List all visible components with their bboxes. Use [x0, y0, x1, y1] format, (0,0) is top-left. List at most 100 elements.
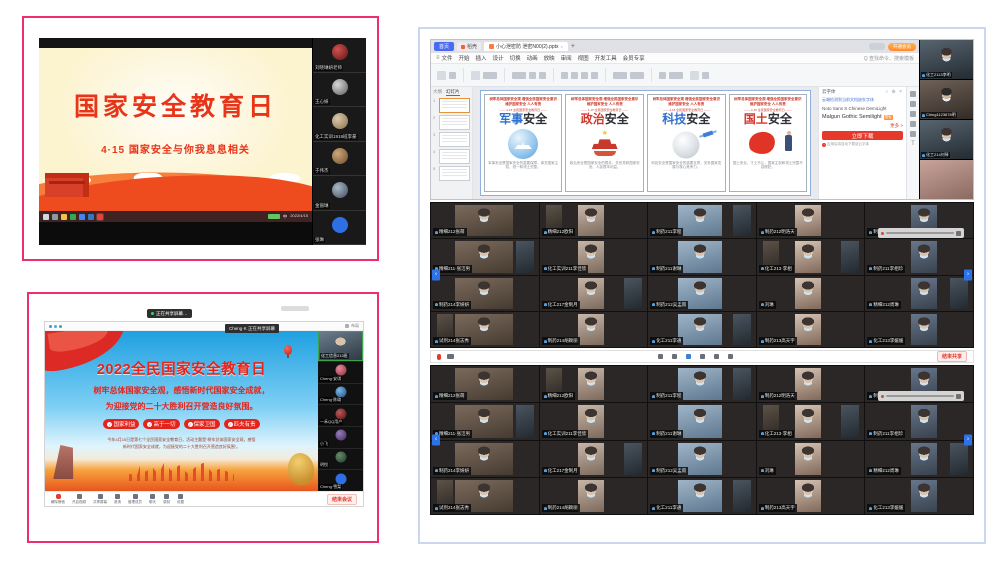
participant-tile[interactable]: Cheng·雪梨: [318, 469, 363, 491]
tab-outline[interactable]: 大纲: [433, 89, 442, 96]
menu-item[interactable]: 设计: [493, 54, 504, 62]
invite-icon[interactable]: [658, 354, 663, 359]
thumbnail-preview[interactable]: [439, 149, 470, 164]
participant-video-cell[interactable]: 制药211谢琳: [648, 239, 756, 274]
file-menu[interactable]: 文件: [436, 54, 453, 62]
slide-thumbnail[interactable]: 2: [433, 115, 470, 130]
ribbon-control[interactable]: [471, 71, 497, 80]
next-page-arrow[interactable]: [964, 435, 972, 446]
ribbon-control[interactable]: [613, 72, 644, 79]
vip-button[interactable]: 开通会员: [888, 43, 916, 51]
layout-toggle[interactable]: 布局: [345, 323, 359, 329]
participant-video-cell[interactable]: 化工211李通: [648, 478, 756, 514]
participant-video-cell[interactable]: 化工213李媛媛: [865, 312, 973, 347]
participant-video-cell[interactable]: 化工217金制月: [540, 441, 648, 477]
camera-icon[interactable]: [447, 354, 454, 359]
notification-toast[interactable]: [878, 228, 964, 238]
tab-document[interactable]: 小心泄密防 泄密N00(2).pptx ×: [484, 42, 568, 51]
tool-icon[interactable]: [910, 101, 916, 107]
toolbar-button[interactable]: 管理成员: [128, 494, 142, 505]
participant-video-tile[interactable]: 化工214刘琴: [920, 120, 973, 160]
participant-video-cell[interactable]: 制药214李妍妍: [431, 441, 539, 477]
participant-tile[interactable]: 于伟杰: [313, 142, 366, 177]
participant-video-cell[interactable]: 化工实训211李佳欣: [540, 239, 648, 274]
participant-video-cell[interactable]: 制药212吴孟雨: [648, 441, 756, 477]
participant-video-cell[interactable]: 制药211李相珍: [865, 403, 973, 439]
participant-video-cell[interactable]: 精细211·张洁男: [431, 239, 539, 274]
participants-icon[interactable]: [672, 354, 677, 359]
participant-video-cell[interactable]: 制药212明浩天: [757, 366, 865, 402]
wechat-icon[interactable]: [70, 214, 76, 220]
window-button-icon[interactable]: [54, 325, 57, 328]
menu-item[interactable]: 开发工具: [595, 54, 617, 62]
toolbar-button[interactable]: 邀请: [114, 494, 121, 505]
menu-item[interactable]: 视图: [578, 54, 589, 62]
participant-video-cell[interactable]: 试剂214张志秀: [431, 478, 539, 514]
tab-docer[interactable]: 稻壳: [457, 42, 481, 51]
participant-video-cell[interactable]: 制药214李妍妍: [431, 276, 539, 311]
start-icon[interactable]: [43, 214, 49, 220]
slide-thumbnail[interactable]: 4: [433, 149, 470, 164]
participant-video-cell[interactable]: 精细212欧阳: [540, 203, 648, 238]
menu-item[interactable]: 放映: [544, 54, 555, 62]
participant-video-cell[interactable]: 精细212张萌: [431, 366, 539, 402]
more-link[interactable]: 更多 >: [890, 123, 903, 129]
participant-video-cell[interactable]: 刘琳: [757, 441, 865, 477]
next-page-arrow[interactable]: [964, 270, 972, 281]
notification-toast[interactable]: [878, 391, 964, 401]
tab-slides[interactable]: 幻灯片: [446, 89, 460, 96]
presenter-video-tile[interactable]: 化工信息213班: [318, 331, 363, 361]
participant-video-cell[interactable]: 精细211·张洁男: [431, 403, 539, 439]
participant-video-cell[interactable]: 制药211李程: [648, 203, 756, 238]
explorer-icon[interactable]: [61, 214, 67, 220]
participant-video-cell[interactable]: 制药214胡颖丽: [540, 478, 648, 514]
microphone-icon[interactable]: [437, 354, 441, 360]
download-font-button[interactable]: 立即下载: [822, 131, 903, 140]
participant-tile[interactable]: 王心妍: [313, 73, 366, 108]
window-button-icon[interactable]: [59, 325, 62, 328]
browser-icon[interactable]: [79, 214, 85, 220]
participant-tile[interactable]: 化工实训1918班李豪: [313, 107, 366, 142]
participant-tile[interactable]: Cheng·安琪: [318, 361, 363, 383]
participant-video-cell[interactable]: 制药211谢琳: [648, 403, 756, 439]
tool-icon[interactable]: [910, 131, 916, 137]
ribbon-control[interactable]: [437, 71, 456, 80]
participant-video-cell[interactable]: 精细212周琳: [865, 441, 973, 477]
participant-tile[interactable]: 刘晓琳妍老师: [313, 38, 366, 73]
chat-icon[interactable]: [700, 354, 705, 359]
participant-tile[interactable]: 一禾QQ用户: [318, 404, 363, 426]
participant-video-cell[interactable]: 化工实训211李佳欣: [540, 403, 648, 439]
settings-icon[interactable]: [728, 354, 733, 359]
command-search[interactable]: Q 查找命令、搜索模板: [864, 55, 914, 62]
toolbar-button[interactable]: 录制: [163, 494, 170, 505]
tool-icon[interactable]: [910, 91, 916, 97]
end-meeting-button[interactable]: 结束会议: [327, 494, 357, 505]
participant-video-cell[interactable]: 试剂214张志秀: [431, 312, 539, 347]
participant-video-cell[interactable]: 制药213高天宇: [757, 312, 865, 347]
windows-taskbar[interactable]: 中 2022/4/15: [39, 211, 312, 222]
participant-video-cell[interactable]: 化工213李媛媛: [865, 478, 973, 514]
participant-video-cell[interactable]: 化工213·李相: [757, 403, 865, 439]
close-tab-icon[interactable]: ×: [561, 44, 563, 49]
end-share-button[interactable]: 结束共享: [937, 351, 967, 362]
participant-video-tile[interactable]: [920, 160, 973, 199]
slide-thumbnail[interactable]: 1: [433, 98, 470, 113]
participant-video-cell[interactable]: 制药213高天宇: [757, 478, 865, 514]
toolbar-button[interactable]: 开启视频: [72, 494, 86, 505]
record-icon[interactable]: [714, 354, 719, 359]
ime-indicator[interactable]: 中: [283, 214, 288, 220]
toolbar-button[interactable]: 设置: [177, 494, 184, 505]
slide-thumbnail[interactable]: 5: [433, 166, 470, 181]
ribbon-control[interactable]: [659, 72, 683, 79]
participant-video-cell[interactable]: 化工217金制月: [540, 276, 648, 311]
thumbnail-preview[interactable]: [439, 166, 470, 181]
participant-video-cell[interactable]: 精细212张萌: [431, 203, 539, 238]
participant-tile[interactable]: Cheng·陈璐: [318, 383, 363, 405]
search-icon[interactable]: [52, 214, 58, 220]
current-slide[interactable]: 树牢总体国家安全观 增强全民国家安全意识 维护国家安全 人人有责 —— 4·15…: [480, 90, 811, 195]
participant-video-tile[interactable]: 化工2113李明: [920, 40, 973, 80]
toast-action-icon[interactable]: [956, 394, 961, 399]
toast-action-icon[interactable]: [956, 231, 961, 236]
participant-video-cell[interactable]: 制药211李相珍: [865, 239, 973, 274]
participant-tile[interactable]: 张琳: [313, 211, 366, 246]
